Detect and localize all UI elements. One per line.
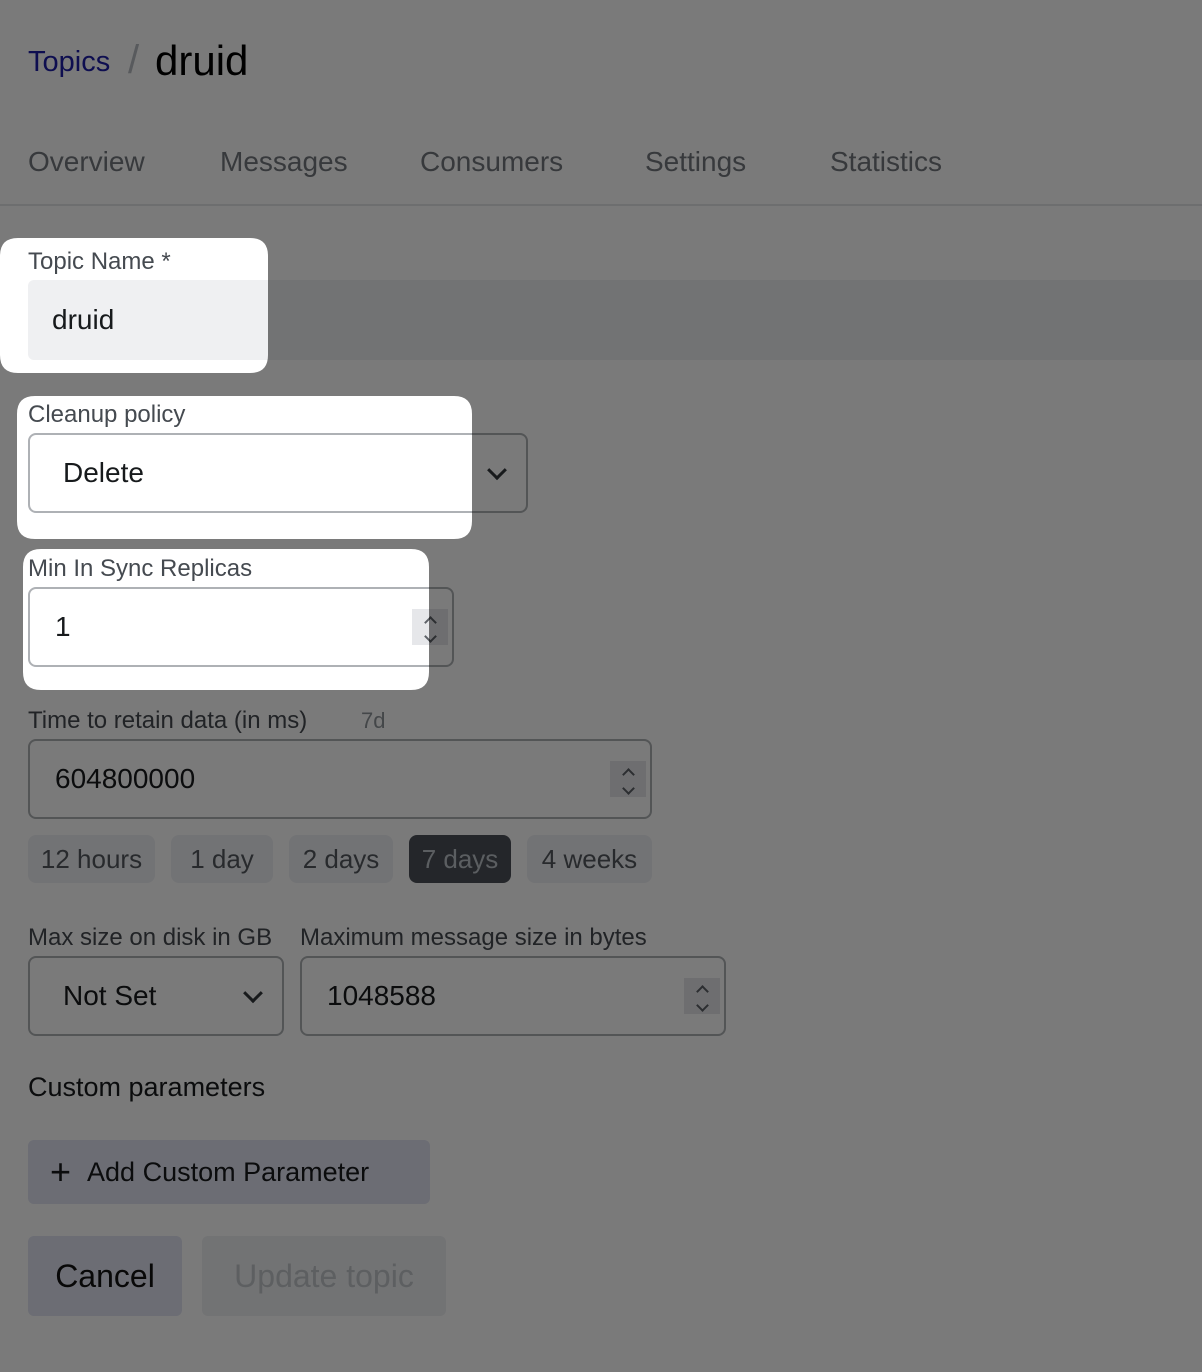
min-insync-input[interactable]: 1 <box>28 587 454 667</box>
max-message-value: 1048588 <box>327 980 437 1011</box>
preset-2-days[interactable]: 2 days <box>289 835 393 883</box>
chevron-down-icon <box>487 460 507 481</box>
min-insync-label: Min In Sync Replicas <box>28 555 253 582</box>
add-custom-parameter-label: Add Custom Parameter <box>87 1156 370 1187</box>
max-message-label: Maximum message size in bytes <box>300 924 647 951</box>
max-size-label: Max size on disk in GB <box>28 924 273 951</box>
preset-12-hours[interactable]: 12 hours <box>28 835 155 883</box>
tab-overview[interactable]: Overview <box>28 146 145 178</box>
retention-label: Time to retain data (in ms) <box>28 707 308 734</box>
topic-name-label: Topic Name * <box>28 248 171 275</box>
update-topic-button[interactable]: Update topic <box>202 1236 446 1316</box>
tab-messages[interactable]: Messages <box>220 146 348 178</box>
max-size-select[interactable]: Not Set <box>28 956 284 1036</box>
retention-input[interactable]: 604800000 <box>28 739 652 819</box>
topic-name-value: druid <box>52 304 115 335</box>
breadcrumb-separator: / <box>128 38 140 82</box>
cleanup-policy-select[interactable]: Delete <box>28 433 528 513</box>
tab-consumers[interactable]: Consumers <box>420 146 563 178</box>
breadcrumb-topics-link[interactable]: Topics <box>28 46 110 79</box>
retention-value: 604800000 <box>55 763 196 794</box>
page-title: druid <box>155 37 249 84</box>
preset-4-weeks[interactable]: 4 weeks <box>527 835 652 883</box>
preset-7-days[interactable]: 7 days <box>409 835 511 883</box>
topic-name-input[interactable]: druid <box>28 280 1202 360</box>
tabs-divider <box>0 204 1202 206</box>
chevron-down-icon <box>243 983 263 1004</box>
cleanup-policy-label: Cleanup policy <box>28 401 186 428</box>
cancel-button[interactable]: Cancel <box>28 1236 182 1316</box>
retention-hint: 7d <box>361 708 386 733</box>
number-stepper-icon[interactable] <box>684 978 720 1014</box>
number-stepper-icon[interactable] <box>610 761 646 797</box>
min-insync-value: 1 <box>55 611 71 642</box>
tab-settings[interactable]: Settings <box>645 146 746 178</box>
preset-1-day[interactable]: 1 day <box>171 835 273 883</box>
add-custom-parameter-button[interactable]: + Add Custom Parameter <box>28 1140 430 1204</box>
max-size-value: Not Set <box>63 980 157 1011</box>
cleanup-policy-value: Delete <box>63 457 144 488</box>
plus-icon: + <box>50 1151 72 1192</box>
tab-statistics[interactable]: Statistics <box>830 146 942 178</box>
max-message-input[interactable]: 1048588 <box>300 956 726 1036</box>
custom-parameters-heading: Custom parameters <box>28 1072 266 1102</box>
number-stepper-icon[interactable] <box>412 609 448 645</box>
